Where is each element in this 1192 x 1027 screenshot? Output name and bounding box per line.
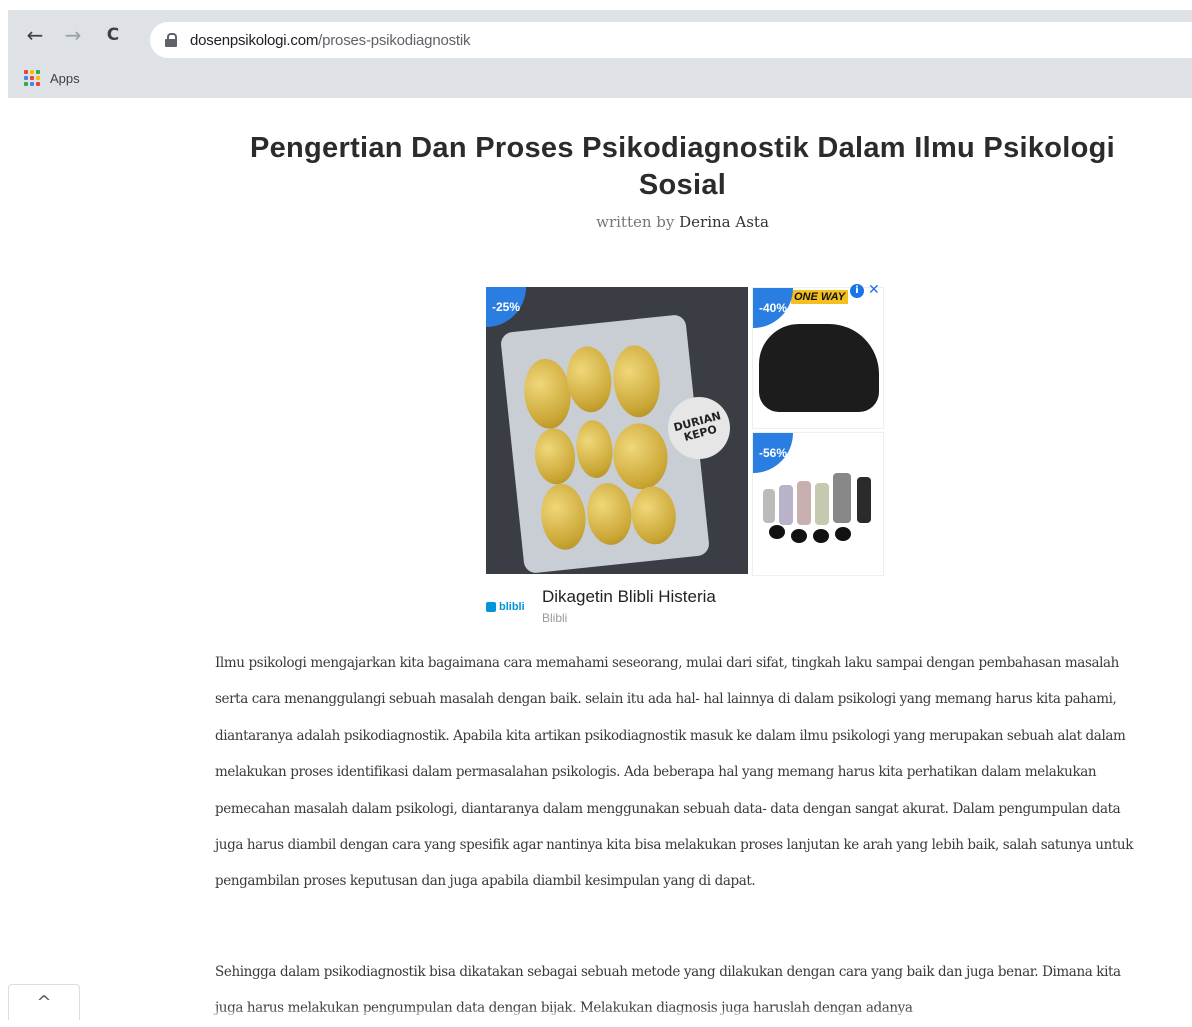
- ad-product-image-blender[interactable]: -56%: [752, 432, 884, 576]
- byline: written by Derina Asta: [215, 213, 1150, 231]
- reload-icon[interactable]: C: [100, 22, 126, 48]
- url-text: dosenpsikologi.com/proses-psikodiagnosti…: [190, 31, 471, 49]
- article-paragraph: Ilmu psikologi mengajarkan kita bagaiman…: [215, 655, 1133, 890]
- ad-footer[interactable]: blibli Dikagetin Blibli Histeria Blibli: [486, 584, 884, 629]
- ad-advertiser: Blibli: [542, 611, 568, 625]
- author-link[interactable]: Derina Asta: [679, 213, 769, 231]
- forward-icon[interactable]: →: [60, 22, 86, 48]
- discount-badge: -25%: [486, 287, 526, 327]
- ad-product-image-durian[interactable]: DURIAN KEPO -25%: [486, 287, 748, 574]
- discount-badge: -40%: [753, 288, 793, 328]
- brand-label: ONE WAY: [791, 290, 849, 304]
- close-icon[interactable]: ✕: [868, 282, 880, 298]
- blibli-logo-text: blibli: [499, 601, 525, 613]
- byline-prefix: written by: [596, 213, 675, 231]
- bookmarks-bar: Apps: [24, 66, 80, 90]
- shopping-bag-icon: [486, 602, 496, 612]
- article-title: Pengertian Dan Proses Psikodiagnostik Da…: [249, 132, 1116, 201]
- ad-title[interactable]: Dikagetin Blibli Histeria: [542, 587, 716, 607]
- back-icon[interactable]: ←: [22, 22, 48, 48]
- url-path: /proses-psikodiagnostik: [318, 31, 471, 49]
- lock-icon[interactable]: [164, 33, 178, 47]
- ad-product-image-motor-cover[interactable]: ONE WAY -40%: [752, 287, 884, 429]
- motor-cover-shape: [759, 324, 879, 412]
- blibli-logo: blibli: [486, 598, 530, 616]
- scroll-to-top-button[interactable]: ^: [8, 984, 80, 1020]
- browser-toolbar: ← → C dosenpsikologi.com/proses-psikodia…: [8, 10, 1192, 98]
- adchoices-info-icon[interactable]: i: [850, 284, 864, 298]
- url-domain: dosenpsikologi.com: [190, 31, 319, 49]
- bookmark-apps[interactable]: Apps: [50, 71, 80, 86]
- address-bar[interactable]: dosenpsikologi.com/proses-psikodiagnosti…: [150, 22, 1192, 58]
- page-bottom-fade: [0, 1008, 1192, 1019]
- chevron-up-icon: ^: [36, 992, 52, 1013]
- discount-badge: -56%: [753, 433, 793, 473]
- advertisement[interactable]: DURIAN KEPO -25% ONE WAY -40% -56% i ✕ b…: [486, 282, 884, 629]
- apps-grid-icon[interactable]: [24, 70, 40, 86]
